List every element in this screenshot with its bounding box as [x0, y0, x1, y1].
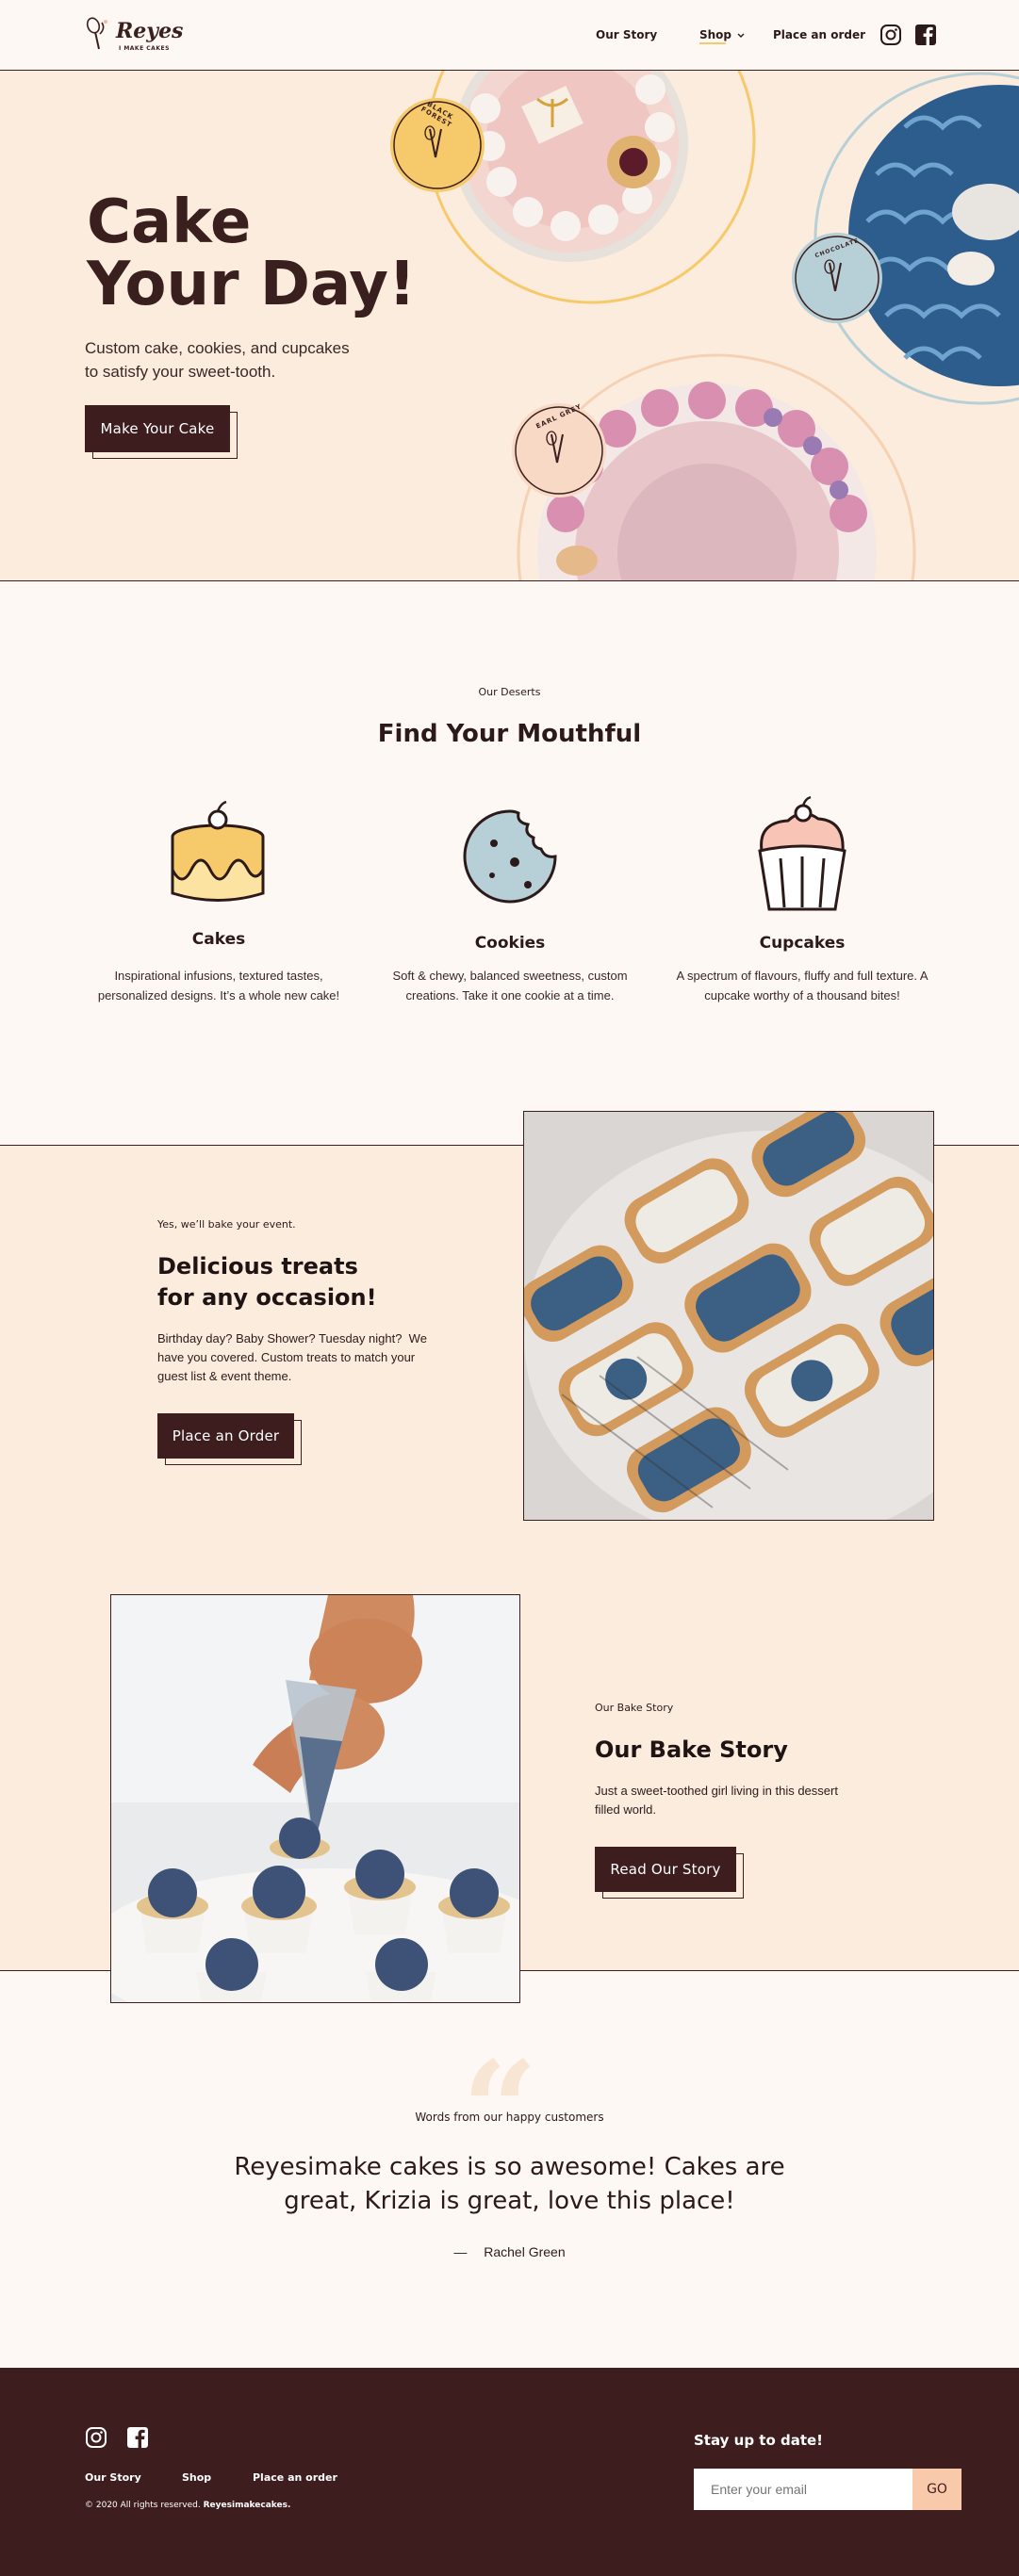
hero-subtitle-line2: to satisfy your sweet-tooth.	[85, 363, 276, 381]
cookie-icon	[463, 809, 557, 904]
make-your-cake-button[interactable]: Make Your Cake	[85, 405, 230, 452]
nav-shop-label: Shop	[699, 28, 732, 41]
logo[interactable]: Reyes I MAKE CAKES	[85, 17, 183, 55]
footer-instagram-icon[interactable]	[85, 2426, 107, 2449]
occasion-title-line1: Delicious treats	[157, 1253, 358, 1280]
facebook-icon[interactable]	[914, 24, 937, 46]
copyright-brand: Reyesimakecakes.	[203, 2501, 291, 2510]
cupcakes-photo-art	[111, 1595, 519, 2002]
email-field[interactable]	[694, 2469, 912, 2510]
story-body-line1: Just a sweet-toothed girl living in this…	[595, 1784, 838, 1798]
card-desc-cupcakes-1: A spectrum of flavours, fluffy and full …	[676, 969, 929, 983]
read-our-story-button[interactable]: Read Our Story	[595, 1847, 736, 1892]
hero-title-line2: Your Day!	[87, 250, 417, 319]
go-button[interactable]: GO	[912, 2469, 961, 2510]
card-desc-cupcakes-2: cupcake worthy of a thousand bites!	[704, 988, 900, 1003]
footer-link-our-story[interactable]: Our Story	[85, 2471, 141, 2484]
story-title: Our Bake Story	[595, 1736, 788, 1763]
hero-subtitle-line1: Custom cake, cookies, and cupcakes	[85, 339, 350, 357]
whisk-logo-icon	[86, 17, 107, 50]
hero-cakes-illustration	[390, 71, 1019, 580]
card-title-cakes: Cakes	[191, 930, 246, 949]
site-footer: Our Story Shop Place an order © 2020 All…	[0, 2368, 1019, 2576]
place-an-order-button[interactable]: Place an Order	[157, 1413, 294, 1459]
nav-place-order[interactable]: Place an order	[773, 28, 865, 41]
occasion-body-line3: guest list & event theme.	[157, 1369, 292, 1383]
testimonial-author: Rachel Green	[484, 2244, 566, 2259]
chevron-down-icon	[737, 33, 745, 38]
cookies-photo-art	[524, 1112, 933, 1520]
footer-link-place-order[interactable]: Place an order	[253, 2471, 337, 2484]
nav-shop-underline	[699, 42, 726, 44]
nav-shop[interactable]: Shop	[699, 28, 745, 41]
logo-script: Reyes	[116, 19, 184, 43]
newsletter-title: Stay up to date!	[694, 2432, 824, 2449]
testimonial-author-row: — Rachel Green	[0, 2244, 1019, 2259]
occasion-body-line2: have you covered. Custom treats to match…	[157, 1350, 416, 1364]
hero-title-line1: Cake	[87, 187, 252, 257]
deserts-title: Find Your Mouthful	[377, 720, 642, 748]
card-desc-cakes-2: personalized designs. It’s a whole new c…	[97, 988, 340, 1003]
story-body-line2: filled world.	[595, 1802, 657, 1817]
card-title-cupcakes: Cupcakes	[759, 934, 846, 953]
hero-section: BLACK FOREST CHOCOLATE EARL GREY Cake Yo…	[0, 71, 1019, 581]
instagram-icon[interactable]	[879, 24, 902, 46]
testimonial-quote-line2: great, Krizia is great, love this place!	[284, 2187, 735, 2215]
card-title-cookies: Cookies	[474, 934, 546, 953]
cupcake-icon	[758, 795, 846, 911]
copyright-text: © 2020 All rights reserved.	[85, 2501, 201, 2510]
story-eyebrow: Our Bake Story	[595, 1702, 674, 1714]
testimonial-quote-line1: Reyesimake cakes is so awesome! Cakes ar…	[234, 2153, 785, 2181]
deserts-eyebrow: Our Deserts	[478, 686, 541, 698]
footer-facebook-icon[interactable]	[126, 2426, 149, 2449]
cookies-photo	[523, 1111, 934, 1521]
card-desc-cakes-1: Inspirational infusions, textured tastes…	[114, 969, 323, 983]
testimonial-eyebrow: Words from our happy customers	[415, 2111, 604, 2124]
occasion-eyebrow: Yes, we’ll bake your event.	[157, 1218, 296, 1231]
testimonial-dash: —	[453, 2244, 468, 2259]
occasion-body-line1: Birthday day? Baby Shower? Tuesday night…	[157, 1331, 427, 1345]
card-desc-cookies-1: Soft & chewy, balanced sweetness, custom	[392, 969, 628, 983]
footer-link-shop[interactable]: Shop	[182, 2471, 211, 2484]
occasion-title-line2: for any occasion!	[157, 1284, 377, 1311]
card-desc-cookies-2: creations. Take it one cookie at a time.	[405, 988, 615, 1003]
cake-icon	[171, 800, 265, 902]
logo-tagline: I MAKE CAKES	[119, 45, 170, 52]
site-header: Reyes I MAKE CAKES Our Story Shop Place …	[0, 0, 1019, 71]
footer-copyright: © 2020 All rights reserved. Reyesimakeca…	[85, 2501, 290, 2510]
nav-our-story[interactable]: Our Story	[596, 28, 657, 41]
cupcakes-photo	[110, 1594, 520, 2003]
